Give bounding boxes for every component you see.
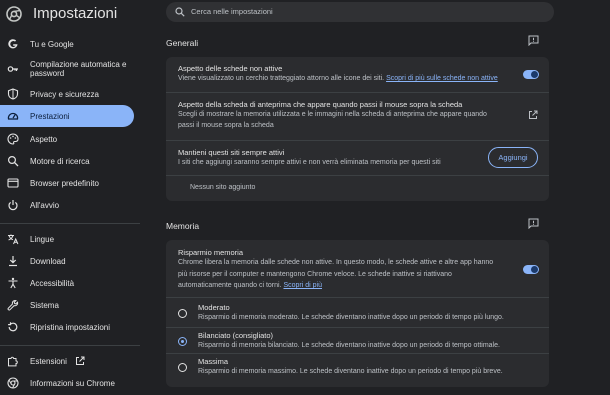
wrench-icon xyxy=(7,299,19,311)
option-massima-desc: Risparmio di memoria massimo. Le schede … xyxy=(198,368,503,375)
section-title-generali: Generali xyxy=(166,38,199,48)
sidebar-item-label: Prestazioni xyxy=(30,111,70,121)
shield-icon xyxy=(7,88,19,100)
sidebar-item-sistema[interactable]: Sistema xyxy=(0,295,134,315)
radio-bilanciato[interactable] xyxy=(178,337,187,346)
inactive-tabs-toggle[interactable] xyxy=(523,70,539,79)
inactive-tabs-title: Aspetto delle schede non attive xyxy=(178,64,283,73)
feedback-icon[interactable] xyxy=(528,218,539,229)
always-active-title: Mantieni questi siti sempre attivi xyxy=(178,148,285,157)
open-subpage-icon[interactable] xyxy=(528,110,538,120)
sidebar-item-label: Browser predefinito xyxy=(30,178,99,188)
sidebar-item-label: Privacy e sicurezza xyxy=(30,89,99,99)
radio-moderato[interactable] xyxy=(178,309,187,318)
memoria-card: Risparmio memoria Chrome libera la memor… xyxy=(166,240,549,387)
generali-card: Aspetto delle schede non attive Viene vi… xyxy=(166,57,549,201)
memory-saver-desc-line3-text: automaticamente quando ci torni. xyxy=(178,282,282,289)
row-separator xyxy=(166,92,549,93)
sidebar-item-browser-predefinito[interactable]: Browser predefinito xyxy=(0,173,134,193)
sidebar: Tu e Google Compilazione automatica e pa… xyxy=(0,32,140,395)
google-g-icon xyxy=(8,39,18,49)
search-icon xyxy=(7,155,19,167)
option-bilanciato-title: Bilanciato (consigliato) xyxy=(198,331,274,340)
inactive-tabs-desc-text: Viene visualizzato un cerchio tratteggia… xyxy=(178,75,385,82)
row-separator xyxy=(166,297,549,298)
sidebar-item-label: All'avvio xyxy=(30,200,60,210)
sidebar-item-compilazione[interactable]: Compilazione automatica e password xyxy=(0,56,134,82)
inactive-tabs-link[interactable]: Scopri di più sulle schede non attive xyxy=(386,75,498,82)
sidebar-item-label: Compilazione automatica e password xyxy=(30,60,127,78)
sidebar-item-label: Lingue xyxy=(30,234,55,244)
sidebar-item-label: Informazioni su Chrome xyxy=(30,378,115,388)
sidebar-item-label: Accessibilità xyxy=(30,278,75,288)
memory-saver-toggle[interactable] xyxy=(523,265,539,274)
sidebar-item-aspetto[interactable]: Aspetto xyxy=(0,129,134,149)
external-link-icon xyxy=(75,356,85,365)
memory-saver-title: Risparmio memoria xyxy=(178,248,244,257)
memory-saver-desc-line3: automaticamente quando ci torni. Scopri … xyxy=(178,281,322,292)
option-moderato-title: Moderato xyxy=(198,303,230,312)
translate-icon xyxy=(8,234,19,245)
always-active-desc: I siti che aggiungi saranno sempre attiv… xyxy=(178,159,441,166)
sidebar-divider xyxy=(0,345,140,346)
sidebar-item-all-avvio[interactable]: All'avvio xyxy=(0,195,134,215)
sidebar-item-label: Ripristina impostazioni xyxy=(30,322,111,332)
sidebar-item-prestazioni[interactable]: Prestazioni xyxy=(0,105,134,127)
search-icon xyxy=(175,7,185,17)
sidebar-item-motore-di-ricerca[interactable]: Motore di ricerca xyxy=(0,151,134,171)
hover-preview-desc-line2: passi il mouse sopra la scheda xyxy=(178,122,274,129)
browser-window-icon xyxy=(7,178,19,188)
sidebar-item-label: Tu e Google xyxy=(30,39,74,49)
top-bar: Impostazioni Cerca nelle impostazioni xyxy=(0,0,610,28)
sidebar-item-accessibilita[interactable]: Accessibilità xyxy=(0,273,134,293)
sidebar-item-privacy[interactable]: Privacy e sicurezza xyxy=(0,84,134,104)
settings-logo-icon xyxy=(6,6,22,22)
memory-saver-link[interactable]: Scopri di più xyxy=(283,282,322,289)
page-title: Impostazioni xyxy=(33,5,118,22)
radio-massima[interactable] xyxy=(178,363,187,372)
option-moderato-desc: Risparmio di memoria moderato. Le schede… xyxy=(198,314,504,321)
speedometer-icon xyxy=(7,112,19,120)
power-icon xyxy=(8,200,18,211)
sidebar-item-informazioni[interactable]: Informazioni su Chrome xyxy=(0,373,134,393)
sidebar-item-label: Download xyxy=(30,256,66,266)
row-separator xyxy=(166,327,549,328)
sidebar-item-estensioni[interactable]: Estensioni xyxy=(0,351,134,371)
section-title-memoria: Memoria xyxy=(166,221,200,231)
chrome-icon xyxy=(7,377,19,389)
search-input[interactable]: Cerca nelle impostazioni xyxy=(166,2,554,22)
key-icon xyxy=(7,66,18,72)
sidebar-item-label: Motore di ricerca xyxy=(30,156,90,166)
sidebar-item-label: Sistema xyxy=(30,300,59,310)
add-site-button[interactable]: Aggiungi xyxy=(488,147,538,168)
option-bilanciato-desc: Risparmio di memoria bilanciato. Le sche… xyxy=(198,342,500,349)
reset-icon xyxy=(8,322,18,332)
palette-icon xyxy=(7,133,19,145)
puzzle-icon xyxy=(8,356,18,367)
sidebar-item-tu-e-google[interactable]: Tu e Google xyxy=(0,34,134,54)
sidebar-item-ripristina[interactable]: Ripristina impostazioni xyxy=(0,317,134,337)
sidebar-item-label: Estensioni xyxy=(30,356,67,366)
memory-saver-desc-line1: Chrome libera la memoria dalle schede no… xyxy=(178,259,494,266)
option-massima-title: Massima xyxy=(198,357,229,366)
download-icon xyxy=(9,256,17,267)
sidebar-item-lingue[interactable]: Lingue xyxy=(0,229,134,249)
feedback-icon[interactable] xyxy=(528,35,539,46)
inactive-tabs-desc: Viene visualizzato un cerchio tratteggia… xyxy=(178,74,498,85)
hover-preview-title: Aspetto della scheda di anteprima che ap… xyxy=(178,100,463,109)
search-placeholder: Cerca nelle impostazioni xyxy=(191,7,273,16)
hover-preview-desc-line1: Scegli di mostrare la memoria utilizzata… xyxy=(178,111,487,118)
row-separator xyxy=(166,140,549,141)
no-sites-text: Nessun sito aggiunto xyxy=(190,184,256,191)
row-separator xyxy=(166,175,549,176)
sidebar-item-download[interactable]: Download xyxy=(0,251,134,271)
sidebar-item-label: Aspetto xyxy=(30,134,58,144)
row-separator xyxy=(166,353,549,354)
sidebar-divider xyxy=(0,223,140,224)
memory-saver-desc-line2: più risorse per il computer e mantengono… xyxy=(178,271,452,278)
accessibility-icon xyxy=(8,277,18,289)
